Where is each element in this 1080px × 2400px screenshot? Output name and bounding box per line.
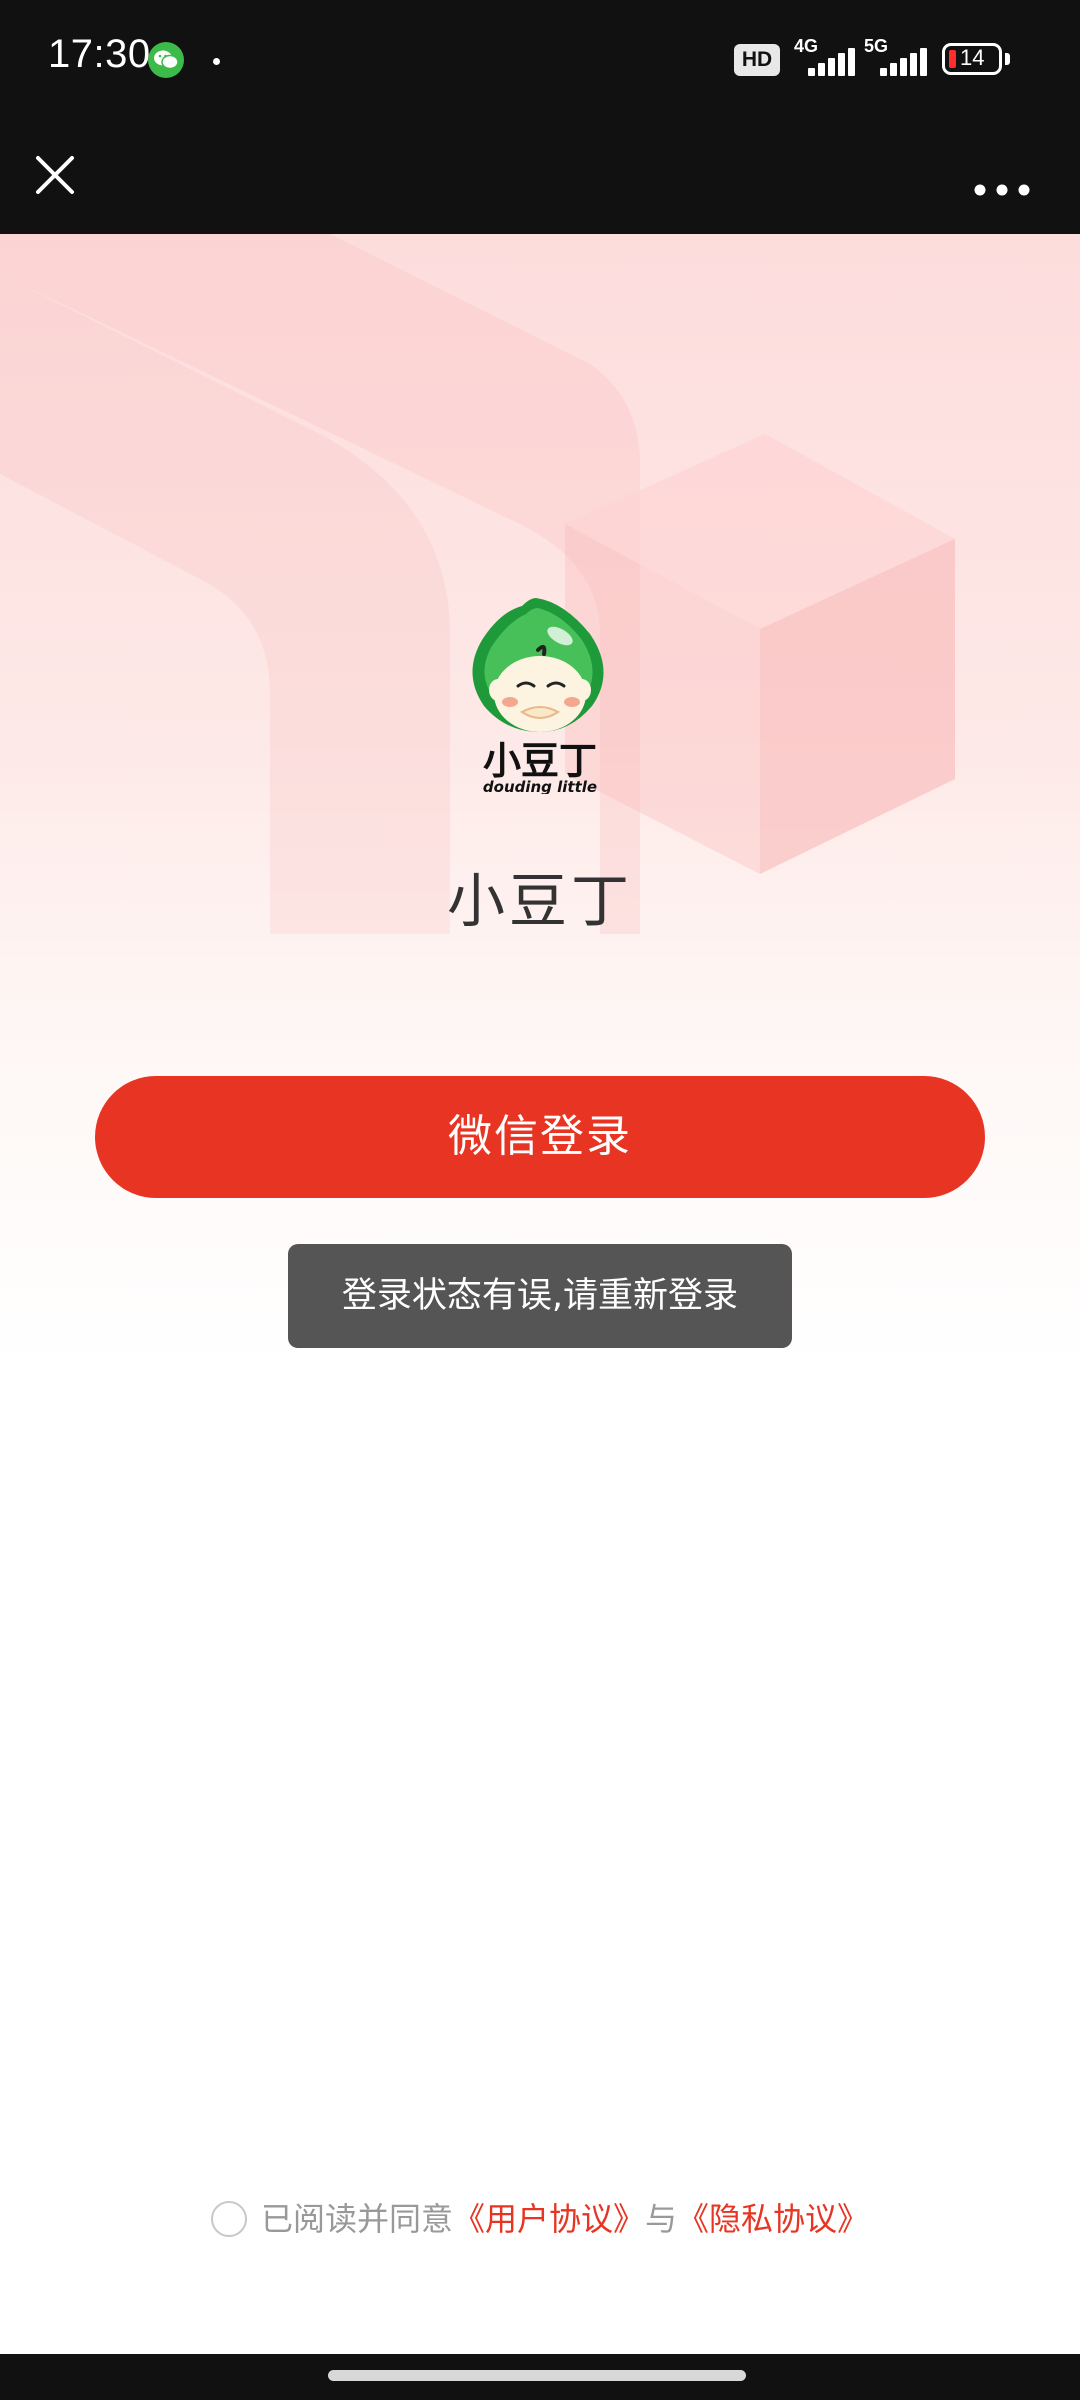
login-page: 小豆丁 douding little 小豆丁 微信登录 登录状态有误,请重新登录… xyxy=(0,234,1080,2354)
app-logo: 小豆丁 douding little xyxy=(460,594,620,796)
battery-tip xyxy=(1005,53,1010,65)
close-button[interactable] xyxy=(24,144,86,206)
app-name: 小豆丁 xyxy=(446,867,633,935)
logo-subtext: douding little xyxy=(483,778,597,794)
battery-icon: 14 xyxy=(942,43,1002,75)
nav-bar xyxy=(0,120,1080,234)
status-time: 17:30 xyxy=(48,32,151,76)
background-decoration xyxy=(0,234,955,934)
home-indicator[interactable] xyxy=(328,2370,746,2381)
notification-dot-icon xyxy=(213,58,220,65)
close-icon xyxy=(36,156,74,194)
more-icon xyxy=(974,184,1030,196)
hd-badge: HD xyxy=(734,44,780,76)
more-button[interactable] xyxy=(966,144,1038,206)
signal-icon xyxy=(794,46,856,76)
agreement-conjunction: 与 xyxy=(645,2200,678,2238)
status-bar: 17:30 HD 4G 5G 14 xyxy=(0,0,1080,120)
wechat-login-button[interactable]: 微信登录 xyxy=(95,1076,985,1198)
battery-level: 14 xyxy=(960,45,985,70)
toast-message: 登录状态有误,请重新登录 xyxy=(288,1244,792,1348)
agreement-row: 已阅读并同意《用户协议》与《隐私协议》 xyxy=(0,2194,1080,2244)
agreement-checkbox[interactable] xyxy=(210,2201,247,2237)
gesture-bar xyxy=(0,2354,1080,2400)
user-agreement-link[interactable]: 《用户协议》 xyxy=(453,2200,645,2238)
signal-icon xyxy=(866,46,928,76)
logo-wordmark: 小豆丁 xyxy=(483,739,597,783)
privacy-agreement-link[interactable]: 《隐私协议》 xyxy=(677,2200,869,2238)
wechat-notification-icon xyxy=(148,42,184,78)
agreement-prefix: 已阅读并同意 xyxy=(260,2200,453,2238)
